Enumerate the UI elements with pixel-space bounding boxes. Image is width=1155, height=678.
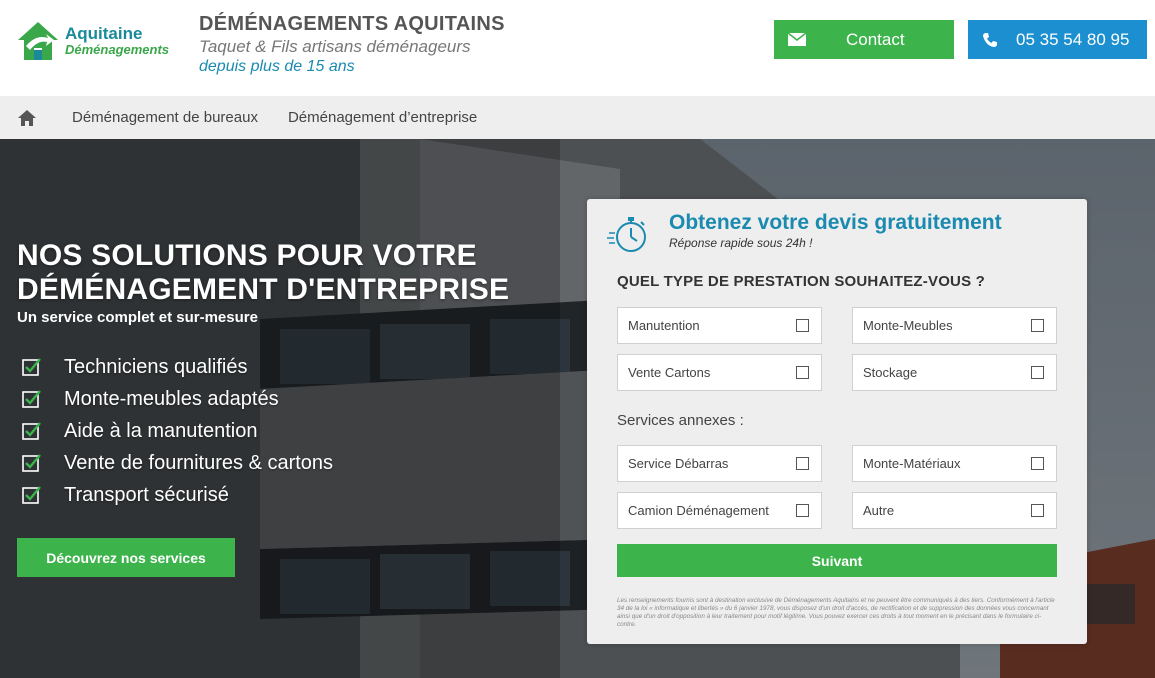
option-vente-cartons[interactable]: Vente Cartons bbox=[617, 354, 822, 391]
next-button[interactable]: Suivant bbox=[617, 544, 1057, 577]
stopwatch-icon bbox=[607, 217, 646, 252]
feature-list: Techniciens qualifiés Monte-meubles adap… bbox=[22, 351, 333, 511]
option-label: Stockage bbox=[863, 365, 918, 380]
option-service-debarras[interactable]: Service Débarras bbox=[617, 445, 822, 482]
company-description: Taquet & Fils artisans déménageurs bbox=[199, 37, 471, 56]
option-checkbox[interactable] bbox=[1031, 457, 1044, 470]
phone-button-label: 05 35 54 80 95 bbox=[1016, 29, 1130, 49]
feature-item: Monte-meubles adaptés bbox=[22, 383, 333, 415]
contact-button-label: Contact bbox=[846, 29, 905, 49]
option-monte-materiaux[interactable]: Monte-Matériaux bbox=[852, 445, 1057, 482]
option-monte-meubles[interactable]: Monte-Meubles bbox=[852, 307, 1057, 344]
option-checkbox[interactable] bbox=[1031, 504, 1044, 517]
legal-notice: Les renseignements fournis sont à destin… bbox=[617, 597, 1055, 628]
envelope-icon bbox=[788, 33, 806, 46]
site-logo[interactable]: Aquitaine Déménagements bbox=[16, 20, 169, 64]
option-label: Monte-Matériaux bbox=[863, 456, 961, 471]
option-manutention[interactable]: Manutention bbox=[617, 307, 822, 344]
nav-item-company-moving[interactable]: Déménagement d’entreprise bbox=[288, 109, 477, 126]
contact-button[interactable]: Contact bbox=[774, 20, 954, 59]
option-checkbox[interactable] bbox=[796, 504, 809, 517]
option-camion-demenagement[interactable]: Camion Déménagement bbox=[617, 492, 822, 529]
option-checkbox[interactable] bbox=[1031, 319, 1044, 332]
option-label: Monte-Meubles bbox=[863, 318, 953, 333]
home-icon[interactable] bbox=[17, 109, 37, 127]
feature-label: Monte-meubles adaptés bbox=[64, 387, 279, 410]
option-checkbox[interactable] bbox=[796, 366, 809, 379]
quote-form: Obtenez votre devis gratuitement Réponse… bbox=[587, 199, 1087, 644]
main-nav: Déménagement de bureaux Déménagement d’e… bbox=[0, 96, 1155, 139]
phone-icon bbox=[983, 32, 997, 47]
logo-line1: Aquitaine bbox=[65, 24, 143, 43]
form-subtitle: Réponse rapide sous 24h ! bbox=[669, 236, 813, 250]
option-label: Service Débarras bbox=[628, 456, 729, 471]
form-title: Obtenez votre devis gratuitement bbox=[669, 211, 1002, 234]
company-name: DÉMÉNAGEMENTS AQUITAINS bbox=[199, 13, 505, 35]
header-tagline: DÉMÉNAGEMENTS AQUITAINS Taquet & Fils ar… bbox=[199, 13, 505, 76]
option-checkbox[interactable] bbox=[796, 319, 809, 332]
option-checkbox[interactable] bbox=[796, 457, 809, 470]
option-checkbox[interactable] bbox=[1031, 366, 1044, 379]
form-question: QUEL TYPE DE PRESTATION SOUHAITEZ-VOUS ? bbox=[617, 273, 986, 290]
option-label: Camion Déménagement bbox=[628, 503, 769, 518]
feature-item: Vente de fournitures & cartons bbox=[22, 447, 333, 479]
option-label: Manutention bbox=[628, 318, 700, 333]
company-since: depuis plus de 15 ans bbox=[199, 58, 355, 75]
phone-button[interactable]: 05 35 54 80 95 bbox=[968, 20, 1147, 59]
feature-label: Vente de fournitures & cartons bbox=[64, 451, 334, 474]
feature-label: Aide à la manutention bbox=[64, 419, 258, 442]
feature-item: Aide à la manutention bbox=[22, 415, 333, 447]
option-label: Autre bbox=[863, 503, 895, 518]
discover-services-button[interactable]: Découvrez nos services bbox=[17, 538, 235, 577]
option-label: Vente Cartons bbox=[628, 365, 711, 380]
logo-line2: Déménagements bbox=[65, 42, 170, 57]
checkbox-checked-icon bbox=[22, 454, 41, 472]
option-autre[interactable]: Autre bbox=[852, 492, 1057, 529]
nav-item-office-moving[interactable]: Déménagement de bureaux bbox=[72, 109, 258, 126]
feature-item: Techniciens qualifiés bbox=[22, 351, 333, 383]
checkbox-checked-icon bbox=[22, 486, 41, 504]
checkbox-checked-icon bbox=[22, 390, 41, 408]
annex-services-label: Services annexes : bbox=[617, 412, 744, 429]
hero-title-line2: DÉMÉNAGEMENT D'ENTREPRISE bbox=[17, 273, 510, 306]
checkbox-checked-icon bbox=[22, 358, 41, 376]
hero-subtitle: Un service complet et sur-mesure bbox=[17, 309, 258, 326]
hero-title-line1: NOS SOLUTIONS POUR VOTRE bbox=[17, 239, 477, 272]
hero-title: NOS SOLUTIONS POUR VOTRE DÉMÉNAGEMENT D'… bbox=[17, 239, 509, 307]
house-logo-icon bbox=[18, 22, 58, 60]
checkbox-checked-icon bbox=[22, 422, 41, 440]
option-stockage[interactable]: Stockage bbox=[852, 354, 1057, 391]
feature-item: Transport sécurisé bbox=[22, 479, 333, 511]
site-header: Aquitaine Déménagements DÉMÉNAGEMENTS AQ… bbox=[0, 0, 1155, 96]
feature-label: Transport sécurisé bbox=[64, 483, 229, 506]
feature-label: Techniciens qualifiés bbox=[64, 355, 248, 378]
